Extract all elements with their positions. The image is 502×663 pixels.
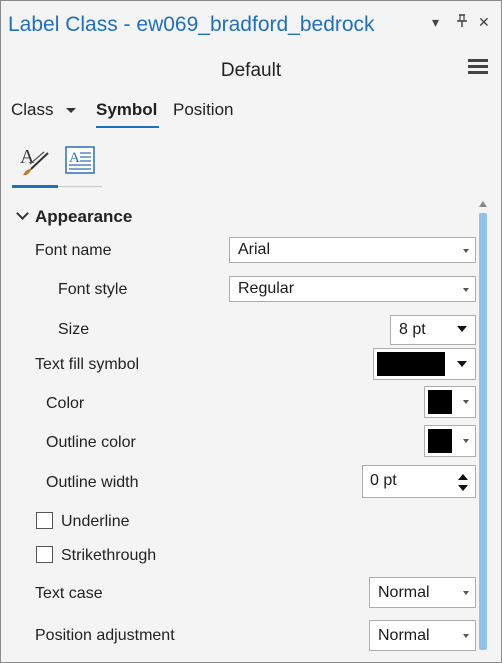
label-class-name: Default xyxy=(220,60,282,81)
font-style-dropdown[interactable]: Regular xyxy=(229,276,476,302)
pane-options-icon[interactable]: ▾ xyxy=(432,14,439,31)
text-fill-symbol-label: Text fill symbol xyxy=(35,356,140,373)
font-name-value: Arial xyxy=(238,241,271,258)
pane-title: Label Class - ew069_bradford_bedrock xyxy=(8,13,375,36)
spin-down-icon[interactable] xyxy=(458,485,468,491)
outline-width-label: Outline width xyxy=(46,474,139,491)
text-symbol-icon[interactable]: A xyxy=(18,143,52,177)
underline-label: Underline xyxy=(61,513,130,530)
chevron-down-icon xyxy=(457,326,467,332)
strikethrough-label: Strikethrough xyxy=(61,547,157,564)
svg-text:A: A xyxy=(20,146,35,168)
tab-class-label: Class xyxy=(11,100,54,119)
font-name-dropdown[interactable]: Arial xyxy=(229,237,476,263)
text-case-dropdown[interactable]: Normal xyxy=(369,577,476,608)
tab-symbol-label: Symbol xyxy=(96,100,158,119)
font-name-label: Font name xyxy=(35,242,112,259)
font-style-label: Font style xyxy=(58,281,128,298)
chevron-down-icon xyxy=(463,288,469,292)
scroll-up-icon[interactable] xyxy=(479,201,487,207)
color-label: Color xyxy=(46,395,85,412)
chevron-down-icon xyxy=(463,249,469,253)
chevron-down-icon xyxy=(457,361,467,367)
tab-position[interactable]: Position xyxy=(173,100,233,120)
size-label: Size xyxy=(58,321,90,338)
close-icon[interactable]: ✕ xyxy=(478,14,490,31)
scrollbar-thumb[interactable] xyxy=(479,213,487,650)
outline-color-picker[interactable] xyxy=(424,425,476,457)
position-adjustment-label: Position adjustment xyxy=(35,627,175,644)
color-picker[interactable] xyxy=(424,386,476,418)
text-case-value: Normal xyxy=(378,584,430,601)
chevron-down-icon xyxy=(463,400,469,404)
strikethrough-checkbox[interactable] xyxy=(36,546,53,563)
outline-width-value: 0 pt xyxy=(370,472,397,489)
color-swatch xyxy=(428,390,452,414)
tab-symbol[interactable]: Symbol xyxy=(96,100,157,120)
active-tab-indicator xyxy=(96,126,159,128)
chevron-down-icon xyxy=(463,591,469,595)
spin-up-icon[interactable] xyxy=(458,474,468,480)
chevron-down-icon xyxy=(463,439,469,443)
size-combobox[interactable]: 8 pt xyxy=(390,315,476,345)
text-fill-symbol-picker[interactable] xyxy=(373,348,476,380)
text-formatting-icon[interactable]: A xyxy=(64,143,98,177)
position-adjustment-value: Normal xyxy=(378,627,430,644)
outline-color-swatch xyxy=(428,429,452,453)
text-fill-swatch xyxy=(377,352,445,376)
position-adjustment-dropdown[interactable]: Normal xyxy=(369,620,476,651)
font-style-value: Regular xyxy=(238,280,295,297)
size-value: 8 pt xyxy=(399,321,426,338)
svg-text:A: A xyxy=(69,150,80,166)
outline-width-spinner[interactable]: 0 pt xyxy=(362,465,476,498)
chevron-down-icon xyxy=(463,634,469,638)
pin-icon[interactable] xyxy=(456,14,468,31)
active-subtab-indicator xyxy=(12,185,58,188)
chevron-down-icon xyxy=(16,207,29,220)
underline-checkbox[interactable] xyxy=(36,512,53,529)
outline-color-label: Outline color xyxy=(46,434,136,451)
tab-position-label: Position xyxy=(173,100,234,119)
appearance-section-toggle[interactable]: Appearance xyxy=(16,207,133,227)
chevron-down-icon xyxy=(66,108,77,113)
tab-class[interactable]: Class xyxy=(11,100,77,120)
hamburger-icon[interactable] xyxy=(468,56,488,76)
text-case-label: Text case xyxy=(35,585,103,602)
appearance-section-title: Appearance xyxy=(35,207,133,226)
